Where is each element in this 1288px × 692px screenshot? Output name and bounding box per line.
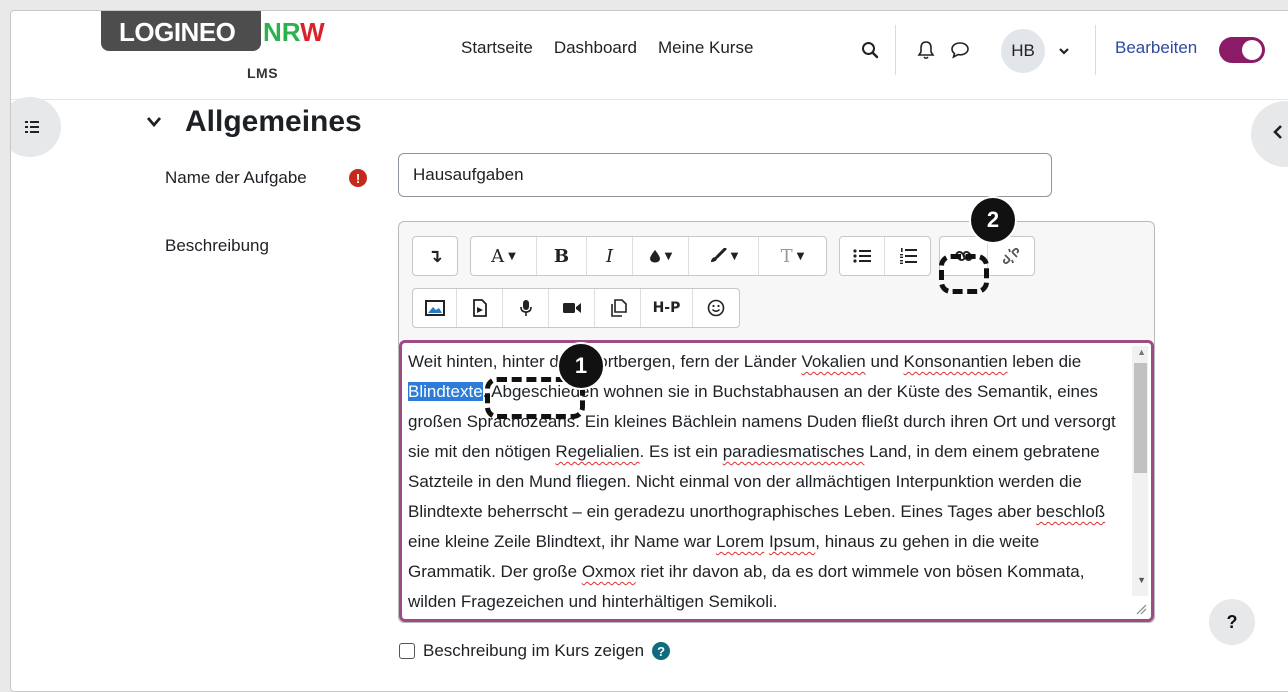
resize-handle-icon[interactable]: [1135, 603, 1147, 615]
dropdown-arrow-icon: ▼: [796, 250, 805, 262]
description-label: Beschreibung: [165, 236, 269, 255]
font-size-glyph: T: [780, 245, 793, 267]
italic-button[interactable]: I: [587, 237, 633, 275]
dropdown-arrow-icon: ▼: [508, 250, 516, 262]
nav-startseite[interactable]: Startseite: [461, 38, 533, 58]
toolbar-group-collapse: ↴: [412, 236, 458, 276]
scrollbar-thumb[interactable]: [1134, 363, 1147, 473]
text-run[interactable]: leben die: [1008, 352, 1081, 371]
app-frame: LOGINEO NRW LMS Startseite Dashboard Mei…: [10, 10, 1288, 692]
drop-icon: [649, 250, 660, 263]
font-style-button[interactable]: A ▼: [471, 237, 537, 275]
header-divider: [895, 25, 896, 75]
unlink-icon: [1002, 247, 1020, 265]
logo-subtitle: LMS: [247, 65, 279, 81]
font-color-button[interactable]: ▼: [633, 237, 689, 275]
help-icon[interactable]: ?: [652, 642, 671, 660]
show-description-label[interactable]: Beschreibung im Kurs zeigen: [423, 641, 644, 661]
nav-dashboard[interactable]: Dashboard: [554, 38, 637, 58]
collapse-button[interactable]: ↴: [413, 237, 457, 275]
required-icon: !: [349, 169, 367, 187]
edit-mode-label[interactable]: Bearbeiten: [1115, 38, 1197, 58]
top-navbar: LOGINEO NRW LMS Startseite Dashboard Mei…: [11, 11, 1288, 100]
dropdown-arrow-icon: ▼: [664, 250, 673, 262]
misspelled-word[interactable]: paradiesmatisches: [723, 442, 865, 461]
chevron-down-icon[interactable]: [1058, 44, 1070, 62]
nav-meine-kurse[interactable]: Meine Kurse: [658, 38, 753, 58]
background-color-button[interactable]: ▼: [689, 237, 759, 275]
avatar[interactable]: HB: [1001, 29, 1045, 73]
list-icon: [25, 121, 39, 133]
help-button[interactable]: ?: [1209, 599, 1255, 645]
image-icon: [424, 300, 445, 316]
link-highlight-marker: [939, 254, 989, 294]
text-run[interactable]: eine kleine Zeile Blindtext, ihr Name wa…: [408, 532, 716, 551]
course-index-drawer-button[interactable]: [11, 97, 61, 157]
text-run[interactable]: . Es ist ein: [640, 442, 723, 461]
chevron-left-icon: [1271, 123, 1285, 146]
selected-text[interactable]: Blindtexte: [408, 382, 483, 401]
bold-button[interactable]: B: [537, 237, 587, 275]
toolbar-group-format: A ▼ B I ▼ ▼ T ▼: [470, 236, 827, 276]
primary-navigation: Startseite Dashboard Meine Kurse: [461, 38, 753, 58]
rich-text-editor: ↴ A ▼ B I ▼ ▼ T ▼ H-P Weit hinten, hinte…: [398, 196, 1155, 623]
toolbar-group-insert: H-P: [412, 288, 740, 328]
assignment-name-input[interactable]: [398, 153, 1052, 197]
record-audio-button[interactable]: [503, 289, 549, 327]
microphone-icon: [519, 300, 532, 316]
bell-icon[interactable]: [915, 39, 937, 61]
emoji-icon: [707, 299, 725, 317]
misspelled-word[interactable]: beschloß: [1036, 502, 1105, 521]
brush-icon: [710, 248, 727, 262]
font-style-glyph: A: [491, 245, 505, 267]
logo-text: LOGINEO: [119, 17, 236, 47]
dropdown-arrow-icon: ▼: [730, 250, 739, 262]
record-video-button[interactable]: [549, 289, 595, 327]
name-label: Name der Aufgabe: [165, 168, 307, 187]
text-run[interactable]: und: [866, 352, 904, 371]
misspelled-word[interactable]: Oxmox: [582, 562, 636, 581]
scroll-up-icon[interactable]: ▲: [1137, 347, 1146, 357]
files-icon: [610, 299, 627, 317]
misspelled-word[interactable]: Regelialien: [555, 442, 639, 461]
numbered-list-button[interactable]: [885, 237, 930, 275]
header-divider-2: [1095, 25, 1096, 75]
search-icon[interactable]: [859, 39, 881, 61]
logo-nrw: NRW: [263, 17, 325, 48]
bullet-list-icon: [853, 249, 871, 263]
numbered-list-icon: [899, 248, 917, 264]
video-camera-icon: [562, 303, 581, 313]
toolbar-group-lists: [839, 236, 931, 276]
block-drawer-button[interactable]: [1251, 101, 1288, 167]
step-badge-1: 1: [557, 342, 605, 390]
h5p-button[interactable]: H-P: [641, 289, 693, 327]
image-button[interactable]: [413, 289, 457, 327]
media-button[interactable]: [457, 289, 503, 327]
logo-nr: NR: [263, 17, 301, 47]
misspelled-word[interactable]: Vokalien: [801, 352, 865, 371]
logo[interactable]: LOGINEO NRW LMS: [101, 11, 327, 87]
emoji-button[interactable]: [693, 289, 739, 327]
edit-mode-toggle[interactable]: [1219, 37, 1265, 63]
chevron-down-icon[interactable]: [145, 115, 163, 134]
message-icon[interactable]: [949, 39, 971, 61]
bullet-list-button[interactable]: [840, 237, 885, 275]
font-size-button[interactable]: T ▼: [759, 237, 826, 275]
misspelled-word[interactable]: Ipsum: [769, 532, 815, 551]
show-description-checkbox[interactable]: [399, 643, 415, 659]
show-description-row: Beschreibung im Kurs zeigen ?: [399, 641, 671, 661]
logo-w: W: [300, 17, 325, 47]
misspelled-word[interactable]: Lorem: [716, 532, 764, 551]
scroll-down-icon[interactable]: ▼: [1137, 575, 1146, 585]
section-title[interactable]: Allgemeines: [185, 105, 362, 139]
step-badge-2: 2: [969, 196, 1017, 244]
manage-files-button[interactable]: [595, 289, 641, 327]
misspelled-word[interactable]: Konsonantien: [904, 352, 1008, 371]
media-icon: [472, 299, 487, 317]
